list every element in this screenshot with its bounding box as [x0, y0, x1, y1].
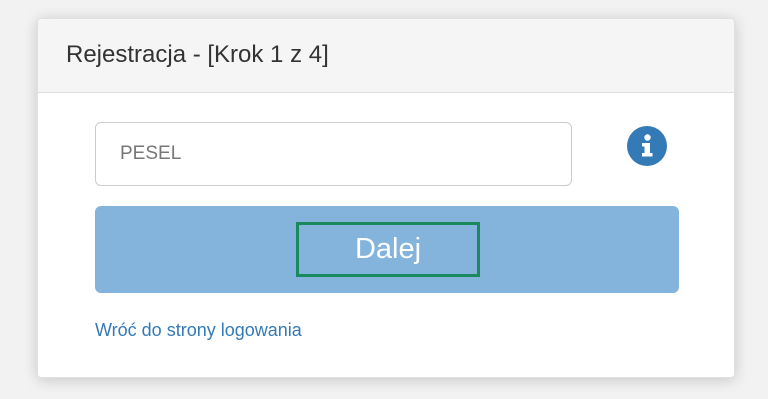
- info-icon[interactable]: [627, 126, 667, 166]
- pesel-input[interactable]: [95, 122, 572, 186]
- panel-header: Rejestracja - [Krok 1 z 4]: [38, 19, 734, 93]
- registration-panel: Rejestracja - [Krok 1 z 4] Dalej Wróć do…: [37, 18, 735, 378]
- back-to-login-link[interactable]: Wróć do strony logowania: [95, 320, 302, 341]
- next-button-label: Dalej: [354, 233, 422, 265]
- panel-title: Rejestracja - [Krok 1 z 4]: [66, 41, 329, 68]
